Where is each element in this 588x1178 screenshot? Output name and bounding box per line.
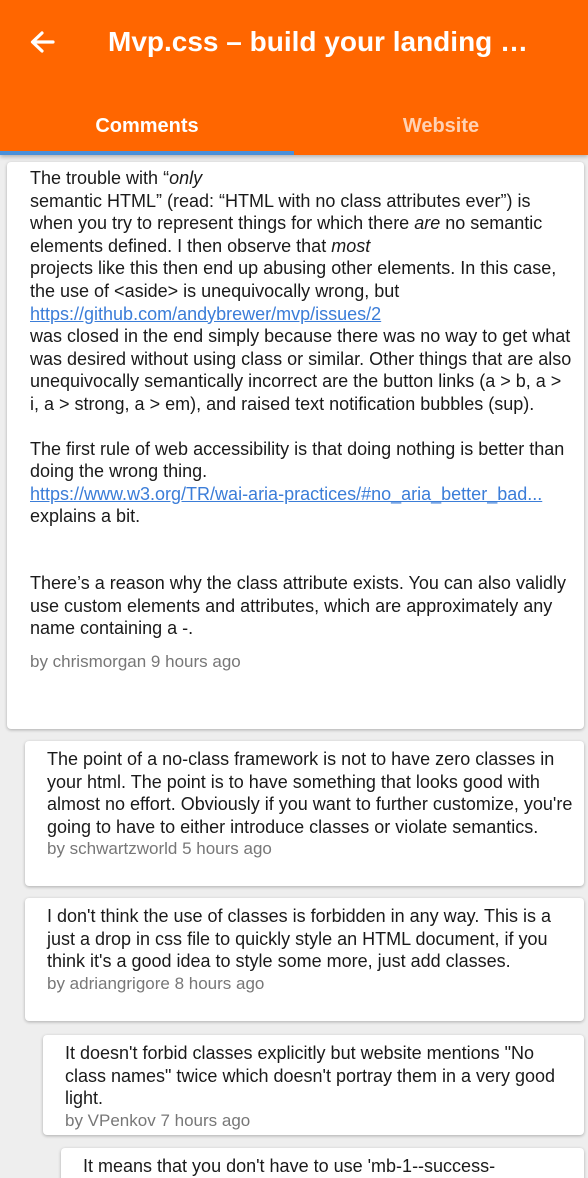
comment-link[interactable]: https://github.com/andybrewer/mvp/issues… [30,304,381,324]
comment-text: It doesn't forbid classes explicitly but… [65,1043,556,1109]
comment-text: It means that you don't have to use 'mb-… [83,1156,496,1176]
comment-link[interactable]: https://www.w3.org/TR/wai-aria-practices… [30,484,542,504]
comment-text: The trouble with “ [30,168,170,188]
comment-card: The point of a no-class framework is not… [25,741,584,886]
active-tab-indicator [0,151,294,155]
comment-card: The trouble with “only semantic HTML” (r… [7,162,584,729]
comment-card: It means that you don't have to use 'mb-… [61,1148,584,1178]
comment-emphasis: are [414,213,441,234]
comment-text: The point of a no-class framework is not… [47,749,573,837]
comment-paragraph: There’s a reason why the class attribute… [30,572,566,639]
comment-text: projects like this then end up abusing o… [30,258,557,301]
comment-paragraph: The first rule of web accessibility is t… [30,438,574,528]
app-bar: Mvp.css – build your landing … Comments … [0,0,588,155]
comment-meta[interactable]: by VPenkov 7 hours ago [65,1110,574,1132]
back-button[interactable] [18,18,66,66]
comment-text: explains a bit. [30,506,141,527]
comment-emphasis: most [331,235,371,256]
comment-meta[interactable]: by adriangrigore 8 hours ago [47,973,574,995]
comment-text: I don't think the use of classes is forb… [47,906,552,972]
comment-card: It doesn't forbid classes explicitly but… [43,1035,584,1135]
comment-text: The first rule of web accessibility is t… [30,438,565,482]
comment-emphasis: only [169,168,203,188]
comment-text: was closed in the end simply because the… [30,326,572,414]
comment-paragraph: The trouble with “only semantic HTML” (r… [30,167,574,416]
page-title: Mvp.css – build your landing … [108,26,529,57]
comment-meta[interactable]: by schwartzworld 5 hours ago [47,838,574,860]
comment-meta[interactable]: by chrismorgan 9 hours ago [30,651,574,673]
arrow-back-icon [30,31,55,53]
comment-card: I don't think the use of classes is forb… [25,898,584,1021]
tab-website[interactable]: Website [294,100,588,152]
tab-comments[interactable]: Comments [0,100,294,152]
